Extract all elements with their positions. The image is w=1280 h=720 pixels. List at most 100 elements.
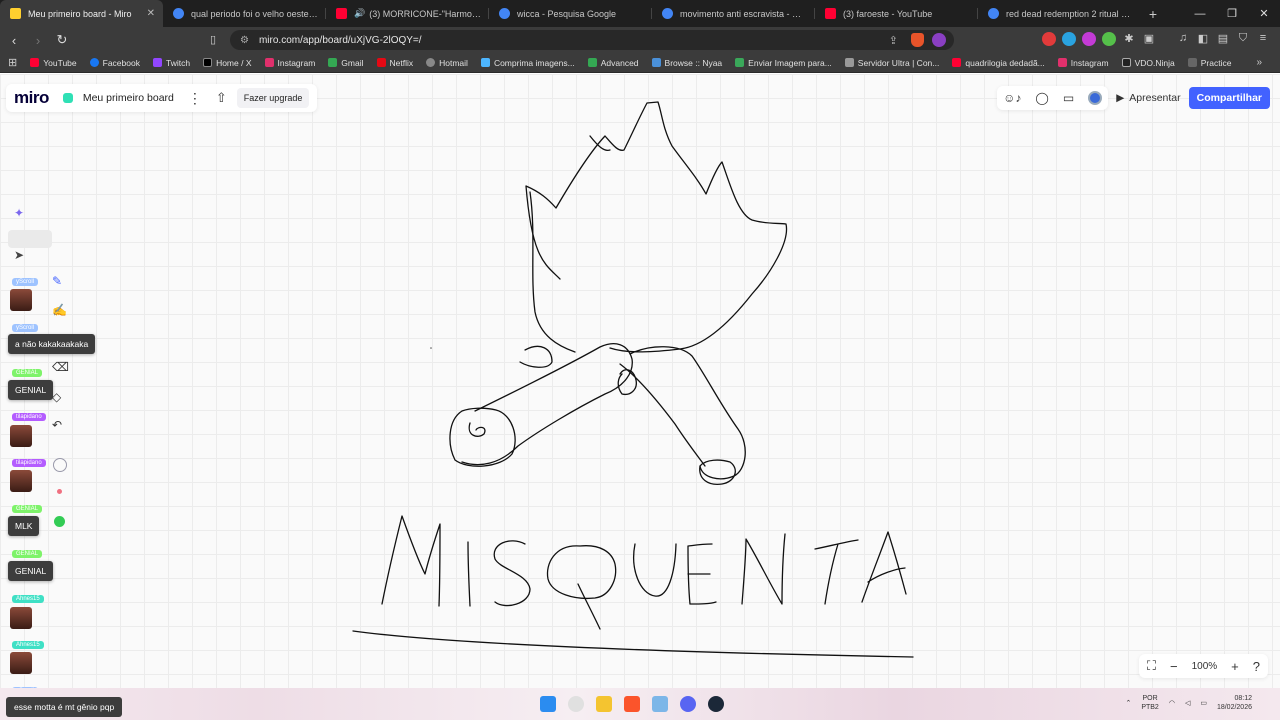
fit-to-screen-icon[interactable]: ⛶: [1147, 658, 1156, 674]
bookmark-item[interactable]: Comprima imagens...: [480, 58, 575, 68]
new-tab-button[interactable]: +: [1141, 6, 1165, 22]
browser-tab[interactable]: 🔊 (3) MORRICONE-"Harmonica/ M: [326, 0, 489, 27]
bookmark-item[interactable]: Advanced: [587, 58, 639, 68]
battery-icon[interactable]: ▭: [1200, 699, 1207, 707]
miro-header: miro Meu primeiro board ⋮ ⇧ Fazer upgrad…: [6, 84, 318, 112]
apps-grid-icon[interactable]: ⊞: [8, 56, 17, 69]
bookmark-item[interactable]: Facebook: [89, 58, 140, 68]
wallet-icon[interactable]: ▣: [1142, 32, 1156, 46]
tab-title: (3) MORRICONE-"Harmonica/ M: [369, 8, 481, 19]
youtube-icon: [30, 58, 40, 67]
more-bookmarks-icon[interactable]: »: [1256, 57, 1262, 68]
bookmark-item[interactable]: Twitch: [152, 58, 190, 68]
bookmark-icon[interactable]: ▯: [210, 33, 216, 46]
reactions-icon[interactable]: ☺♪: [1003, 91, 1021, 105]
bookmark-item[interactable]: Hotmail: [426, 58, 468, 68]
upgrade-button[interactable]: Fazer upgrade: [236, 88, 310, 108]
address-bar[interactable]: ⚙ miro.com/app/board/uXjVG-2lOQY=/ ⇪: [230, 30, 954, 50]
avatar[interactable]: [1088, 91, 1103, 105]
share-icon[interactable]: ⇪: [889, 34, 898, 47]
tool-placeholder[interactable]: [8, 230, 52, 248]
steam-icon[interactable]: [708, 696, 724, 712]
tray-overflow-icon[interactable]: ⌃: [1125, 699, 1131, 707]
bookmark-item[interactable]: Browse :: Nyaa: [651, 58, 722, 68]
bookmark-item[interactable]: Gmail: [328, 58, 364, 68]
ai-sparkle-icon[interactable]: ✦: [14, 206, 24, 220]
zoom-level[interactable]: 100%: [1192, 661, 1218, 672]
bookmark-item[interactable]: quadrilogia dedadã...: [952, 58, 1045, 68]
back-icon[interactable]: ‹: [4, 33, 24, 48]
site-info-icon[interactable]: ⚙: [240, 35, 249, 46]
puzzle-extensions-icon[interactable]: ✱: [1122, 32, 1136, 46]
minimize-icon[interactable]: —: [1184, 0, 1216, 27]
brave-icon[interactable]: [624, 696, 640, 712]
bookmarks-panel-icon[interactable]: ♫: [1176, 32, 1190, 46]
board-menu-icon[interactable]: ⋮: [188, 90, 202, 107]
zoom-in-icon[interactable]: +: [1231, 659, 1239, 674]
browser-tab[interactable]: wicca - Pesquisa Google: [489, 0, 652, 27]
log-stroke: [461, 343, 633, 466]
forward-icon[interactable]: ›: [28, 33, 48, 48]
stroke-size-icon[interactable]: [53, 458, 67, 472]
browser-tab[interactable]: Meu primeiro board - Miro ✕: [0, 0, 163, 27]
zoom-out-icon[interactable]: −: [1170, 659, 1178, 674]
color-dot-icon[interactable]: [57, 489, 62, 494]
browser-tab[interactable]: (3) faroeste - YouTube: [815, 0, 978, 27]
bookmark-item[interactable]: Home / X: [203, 58, 252, 68]
extension-icon[interactable]: [1082, 32, 1096, 46]
maximize-icon[interactable]: ❐: [1216, 0, 1248, 27]
bookmark-item[interactable]: Enviar Imagem para...: [735, 58, 832, 68]
url-text[interactable]: miro.com/app/board/uXjVG-2lOQY=/: [259, 35, 422, 46]
export-icon[interactable]: ⇧: [216, 90, 227, 106]
eraser-icon[interactable]: ⌫: [52, 360, 69, 374]
undo-icon[interactable]: ↶: [52, 418, 62, 432]
menu-icon[interactable]: ≡: [1256, 32, 1270, 46]
file-explorer-icon[interactable]: [596, 696, 612, 712]
bookmark-item[interactable]: YouTube: [30, 58, 77, 68]
video-call-icon[interactable]: ▭: [1063, 91, 1074, 105]
search-icon[interactable]: [568, 696, 584, 712]
comments-icon[interactable]: ◯: [1035, 91, 1048, 105]
browser-tab[interactable]: qual periodo foi o velho oeste - Pesq: [163, 0, 326, 27]
sidebar-icon[interactable]: ◧: [1196, 32, 1210, 46]
bookmark-item[interactable]: Instagram: [1057, 58, 1109, 68]
vpn-shield-icon[interactable]: ⛉: [1236, 32, 1250, 46]
bookmark-item[interactable]: Instagram: [264, 58, 315, 68]
youtube-icon: [952, 58, 962, 67]
wallet2-icon[interactable]: ▤: [1216, 32, 1230, 46]
miro-logo[interactable]: miro: [14, 88, 49, 108]
lasso-icon[interactable]: ◇: [52, 390, 61, 404]
bookmark-item[interactable]: Practice: [1187, 58, 1231, 68]
board-name[interactable]: Meu primeiro board: [83, 92, 174, 104]
close-window-icon[interactable]: ✕: [1248, 0, 1280, 27]
share-button[interactable]: Compartilhar: [1188, 87, 1270, 109]
brave-shields-icon[interactable]: [911, 33, 924, 47]
discord-icon[interactable]: [680, 696, 696, 712]
bookmark-item[interactable]: VDO.Ninja: [1121, 58, 1175, 68]
app-icon[interactable]: [652, 696, 668, 712]
freehand-drawing[interactable]: [0, 74, 1280, 688]
language-indicator[interactable]: POR PTB2: [1141, 694, 1159, 712]
close-tab-icon[interactable]: ✕: [147, 8, 155, 19]
youtube-favicon-icon: [825, 8, 836, 19]
highlighter-icon[interactable]: ✍: [52, 303, 67, 317]
browser-tab[interactable]: red dead redemption 2 ritual - Pesq: [978, 0, 1141, 27]
extension-icon[interactable]: [1042, 32, 1056, 46]
extension-icon[interactable]: [1102, 32, 1116, 46]
volume-icon[interactable]: ◁: [1185, 699, 1190, 707]
select-cursor-icon[interactable]: ➤: [14, 248, 24, 262]
bookmark-item[interactable]: Netflix: [376, 58, 413, 68]
present-button[interactable]: ▶ Apresentar: [1116, 92, 1180, 104]
wifi-icon[interactable]: ◠: [1169, 699, 1175, 707]
help-icon[interactable]: ?: [1253, 659, 1260, 674]
browser-tab[interactable]: movimento anti escravista - Pesquis: [652, 0, 815, 27]
pen-icon[interactable]: ✎: [52, 274, 62, 288]
bookmark-item[interactable]: Servidor Ultra | Con...: [844, 58, 939, 68]
audio-playing-icon[interactable]: 🔊: [354, 8, 365, 19]
extension-icon[interactable]: [1062, 32, 1076, 46]
reload-icon[interactable]: ↻: [52, 32, 72, 48]
clock[interactable]: 08:12 18/02/2026: [1217, 694, 1252, 712]
color-green-icon[interactable]: [54, 516, 65, 527]
brave-rewards-icon[interactable]: [932, 33, 946, 47]
windows-start-icon[interactable]: [540, 696, 556, 712]
